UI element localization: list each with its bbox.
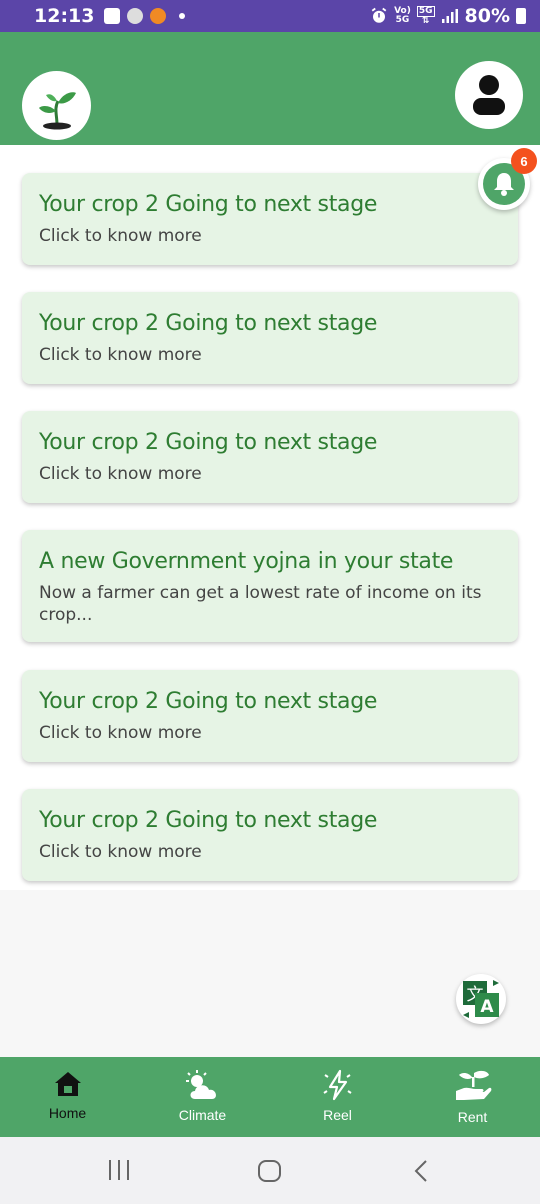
- card-subtitle: Now a farmer can get a lowest rate of in…: [39, 583, 482, 625]
- lightning-icon: [322, 1069, 352, 1101]
- back-icon[interactable]: [412, 1159, 430, 1183]
- nav-rent[interactable]: Rent: [405, 1057, 540, 1137]
- cloud-sun-icon: [185, 1070, 216, 1099]
- status-bar: 12:13 Vo) 5G 5G ⇅ 80%: [0, 0, 540, 32]
- notification-count-badge: 6: [511, 148, 537, 174]
- alarm-icon: [371, 7, 387, 23]
- nav-reel-label: Reel: [323, 1107, 352, 1123]
- nav-climate[interactable]: Climate: [135, 1057, 270, 1137]
- signal-icon: [441, 9, 458, 23]
- card-subtitle: Click to know more: [39, 345, 202, 365]
- card-title: Your crop 2 Going to next stage: [39, 311, 378, 336]
- notification-card[interactable]: Your crop 2 Going to next stage Click to…: [22, 789, 518, 881]
- card-subtitle: Click to know more: [39, 842, 202, 862]
- status-time: 12:13: [34, 5, 95, 27]
- plant-logo-icon: [38, 91, 76, 129]
- nav-home-label: Home: [48, 1105, 87, 1121]
- app-notification-icon: [127, 8, 144, 24]
- translate-icon: 文 A: [463, 980, 499, 1018]
- 5g-icon: 5G ⇅: [416, 6, 435, 26]
- svg-text:A: A: [480, 997, 494, 1017]
- nav-rent-label: Rent: [457, 1109, 488, 1125]
- notification-card[interactable]: A new Government yojna in your state Now…: [22, 530, 518, 642]
- more-notifications-icon: [179, 13, 186, 19]
- battery-icon: [516, 8, 526, 24]
- hand-plant-icon: [455, 1070, 491, 1100]
- notification-card[interactable]: Your crop 2 Going to next stage Click to…: [22, 411, 518, 503]
- translate-button[interactable]: 文 A: [456, 974, 506, 1024]
- recent-apps-icon[interactable]: [107, 1159, 131, 1181]
- home-button-icon[interactable]: [257, 1159, 283, 1183]
- notification-card[interactable]: Your crop 2 Going to next stage Click to…: [22, 173, 518, 265]
- card-title: Your crop 2 Going to next stage: [39, 192, 378, 217]
- system-navigation-bar: [0, 1137, 540, 1204]
- card-subtitle: Click to know more: [39, 226, 202, 246]
- app-logo[interactable]: [22, 71, 91, 140]
- card-title: Your crop 2 Going to next stage: [39, 430, 378, 455]
- card-title: Your crop 2 Going to next stage: [39, 808, 378, 833]
- notification-card[interactable]: Your crop 2 Going to next stage Click to…: [22, 670, 518, 762]
- profile-button[interactable]: [455, 61, 523, 129]
- card-subtitle: Click to know more: [39, 723, 202, 743]
- card-title: A new Government yojna in your state: [39, 549, 454, 574]
- bell-icon: [494, 173, 514, 196]
- card-title: Your crop 2 Going to next stage: [39, 689, 378, 714]
- bottom-navigation: Home Climate Reel Rent: [0, 1057, 540, 1137]
- battery-percent: 80%: [464, 5, 510, 27]
- user-icon: [473, 75, 505, 115]
- nav-climate-label: Climate: [178, 1107, 227, 1123]
- notification-card[interactable]: Your crop 2 Going to next stage Click to…: [22, 292, 518, 384]
- nav-home[interactable]: Home: [0, 1057, 135, 1137]
- gallery-icon: [104, 8, 121, 24]
- volte-icon: Vo) 5G: [394, 6, 411, 25]
- app-bar: [0, 32, 540, 145]
- card-subtitle: Click to know more: [39, 464, 202, 484]
- app-notification-icon: [150, 8, 167, 24]
- home-icon: [54, 1072, 81, 1096]
- nav-reel[interactable]: Reel: [270, 1057, 405, 1137]
